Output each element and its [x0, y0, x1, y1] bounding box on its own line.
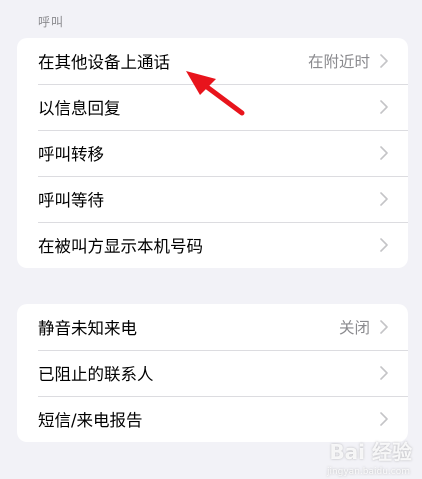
chevron-right-icon [380, 146, 388, 160]
chevron-right-icon [380, 100, 388, 114]
row-label: 呼叫等待 [38, 191, 104, 210]
chevron-right-icon [380, 412, 388, 426]
row-label: 短信/来电报告 [38, 411, 143, 430]
row-silence-unknown-callers[interactable]: 静音未知来电 关闭 [17, 304, 408, 350]
row-label: 静音未知来电 [38, 319, 137, 338]
row-call-waiting[interactable]: 呼叫等待 [17, 176, 408, 222]
row-call-forwarding[interactable]: 呼叫转移 [17, 130, 408, 176]
section-header-calls: 呼叫 [38, 15, 65, 29]
chevron-right-icon [380, 54, 388, 68]
settings-group-calls: 在其他设备上通话 在附近时 以信息回复 呼叫转移 呼叫等待 在被叫方显示本机号码 [17, 38, 408, 268]
settings-group-blocking: 静音未知来电 关闭 已阻止的联系人 短信/来电报告 [17, 304, 408, 442]
chevron-right-icon [380, 192, 388, 206]
row-show-my-caller-id[interactable]: 在被叫方显示本机号码 [17, 222, 408, 268]
row-respond-with-text[interactable]: 以信息回复 [17, 84, 408, 130]
watermark-url: jingyan.baidu.com [326, 467, 410, 477]
chevron-right-icon [380, 238, 388, 252]
row-value: 关闭 [338, 319, 370, 337]
row-value: 在附近时 [307, 53, 370, 71]
row-label: 在其他设备上通话 [38, 53, 170, 72]
row-label: 已阻止的联系人 [38, 365, 154, 384]
row-calls-on-other-devices[interactable]: 在其他设备上通话 在附近时 [17, 38, 408, 84]
row-label: 呼叫转移 [38, 145, 104, 164]
row-label: 在被叫方显示本机号码 [38, 237, 203, 256]
row-label: 以信息回复 [38, 99, 121, 118]
chevron-right-icon [380, 366, 388, 380]
row-blocked-contacts[interactable]: 已阻止的联系人 [17, 350, 408, 396]
watermark-logo: Bai 经验 [329, 440, 412, 464]
chevron-right-icon [380, 320, 388, 334]
